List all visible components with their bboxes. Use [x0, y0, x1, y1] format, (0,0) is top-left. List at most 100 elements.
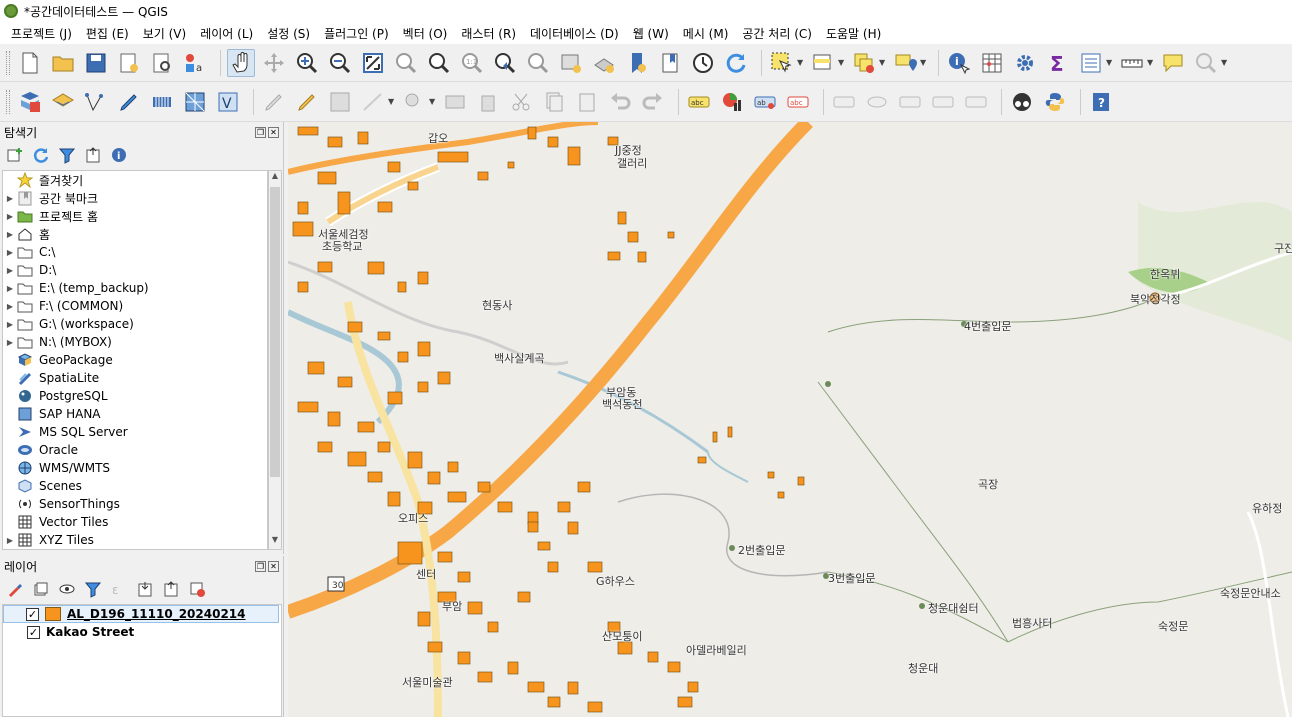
toolbar-grip[interactable] [6, 50, 10, 75]
open-layer-styling-icon[interactable] [6, 580, 24, 598]
zoom-to-selection-icon[interactable] [392, 49, 420, 77]
expand-arrow-icon[interactable]: ▶ [3, 320, 17, 329]
collapse-all-icon[interactable] [84, 146, 102, 164]
filter-expression-icon[interactable]: ε [110, 580, 128, 598]
close-panel-icon[interactable]: ✕ [268, 126, 279, 138]
zoom-out-icon[interactable] [326, 49, 354, 77]
diagram-icon[interactable] [718, 88, 746, 116]
new-bookmark-icon[interactable] [623, 49, 651, 77]
add-feature-dropdown-icon[interactable]: ▼ [388, 97, 396, 106]
layer-item-buildings[interactable]: ✓ AL_D196_11110_20240214 [3, 605, 279, 623]
menu-mesh[interactable]: 메시 (M) [676, 25, 736, 42]
tree-item-vector-tiles[interactable]: Vector Tiles [3, 513, 267, 531]
show-hide-label-icon[interactable] [863, 88, 891, 116]
manage-visibility-icon[interactable] [58, 580, 76, 598]
expand-arrow-icon[interactable]: ▶ [3, 302, 17, 311]
refresh-browser-icon[interactable] [32, 146, 50, 164]
zoom-last-icon[interactable] [491, 49, 519, 77]
menu-database[interactable]: 데이터베이스 (D) [523, 25, 626, 42]
tree-item-spatial-bookmarks[interactable]: ▶ 공간 북마크 [3, 189, 267, 207]
show-bookmarks-icon[interactable] [656, 49, 684, 77]
modify-attributes-icon[interactable] [441, 88, 469, 116]
toggle-editing-icon[interactable] [293, 88, 321, 116]
redo-icon[interactable] [639, 88, 667, 116]
label-toolbar-icon[interactable]: abc [685, 88, 713, 116]
expand-arrow-icon[interactable]: ▶ [3, 284, 17, 293]
zoom-next-icon[interactable] [524, 49, 552, 77]
deselect-dropdown-icon[interactable]: ▼ [879, 58, 887, 67]
zoom-to-layer-icon[interactable] [425, 49, 453, 77]
tree-item-geopackage[interactable]: GeoPackage [3, 351, 267, 369]
tree-item-spatialite[interactable]: SpatiaLite [3, 369, 267, 387]
menu-project[interactable]: 프로젝트 (J) [4, 25, 79, 42]
new-print-layout-icon[interactable] [115, 49, 143, 77]
vertex-tool-icon[interactable] [400, 88, 428, 116]
map-tips-icon[interactable] [1159, 49, 1187, 77]
new-raster-icon[interactable] [148, 88, 176, 116]
cut-features-icon[interactable] [507, 88, 535, 116]
expand-arrow-icon[interactable]: ▶ [3, 266, 17, 275]
scroll-down-icon[interactable]: ▼ [269, 535, 281, 549]
add-selected-layers-icon[interactable] [6, 146, 24, 164]
tree-item-drive-n[interactable]: ▶ N:\ (MYBOX) [3, 333, 267, 351]
zoom-in-icon[interactable] [293, 49, 321, 77]
undo-icon[interactable] [606, 88, 634, 116]
filter-legend-icon[interactable] [84, 580, 102, 598]
tree-item-postgresql[interactable]: PostgreSQL [3, 387, 267, 405]
menu-layer[interactable]: 레이어 (L) [193, 25, 260, 42]
remove-layer-icon[interactable] [188, 580, 206, 598]
layer-visibility-checkbox[interactable]: ✓ [27, 625, 40, 639]
browser-scrollbar[interactable]: ▲ ▼ [268, 170, 282, 550]
scroll-up-icon[interactable]: ▲ [269, 171, 281, 185]
layer-visibility-checkbox[interactable]: ✓ [26, 607, 39, 621]
deselect-features-icon[interactable] [850, 49, 878, 77]
paste-features-icon[interactable] [573, 88, 601, 116]
menu-settings[interactable]: 설정 (S) [260, 25, 317, 42]
new-mesh-icon[interactable] [181, 88, 209, 116]
layout-manager-icon[interactable] [148, 49, 176, 77]
tree-item-drive-e[interactable]: ▶ E:\ (temp_backup) [3, 279, 267, 297]
collapse-all-layers-icon[interactable] [162, 580, 180, 598]
open-table-icon[interactable] [1077, 49, 1105, 77]
save-edits-icon[interactable] [326, 88, 354, 116]
tree-item-sensorthings[interactable]: SensorThings [3, 495, 267, 513]
new-vertex-layer-icon[interactable] [82, 88, 110, 116]
tree-item-xyz-tiles[interactable]: ▶ XYZ Tiles [3, 531, 267, 549]
menu-plugins[interactable]: 플러그인 (P) [317, 25, 396, 42]
pan-map-icon[interactable] [227, 48, 255, 77]
select-dropdown-icon[interactable]: ▼ [797, 58, 805, 67]
menu-processing[interactable]: 공간 처리 (C) [735, 25, 819, 42]
tree-item-mssql[interactable]: MS SQL Server [3, 423, 267, 441]
expand-all-icon[interactable] [136, 580, 154, 598]
tree-item-sap-hana[interactable]: SAP HANA [3, 405, 267, 423]
layer-item-kakao-street[interactable]: ✓ Kakao Street [3, 623, 281, 641]
toolbar-grip-2[interactable] [6, 89, 10, 114]
help-icon[interactable]: ? [1087, 88, 1115, 116]
expand-arrow-icon[interactable]: ▶ [3, 194, 17, 203]
menu-web[interactable]: 웹 (W) [626, 25, 676, 42]
tree-item-drive-g[interactable]: ▶ G:\ (workspace) [3, 315, 267, 333]
properties-icon[interactable]: i [110, 146, 128, 164]
filter-browser-icon[interactable] [58, 146, 76, 164]
python-console-icon[interactable] [1041, 88, 1069, 116]
table-dropdown-icon[interactable]: ▼ [1106, 58, 1114, 67]
delete-selected-icon[interactable] [474, 88, 502, 116]
processing-toolbox-icon[interactable] [1011, 49, 1039, 77]
expand-arrow-icon[interactable]: ▶ [3, 230, 17, 239]
style-manager-icon[interactable]: a [181, 49, 209, 77]
select-location-icon[interactable] [891, 49, 919, 77]
pan-to-selection-icon[interactable] [260, 49, 288, 77]
tree-item-oracle[interactable]: Oracle [3, 441, 267, 459]
save-project-icon[interactable] [82, 49, 110, 77]
new-map-view-icon[interactable] [557, 49, 585, 77]
data-source-manager-icon[interactable] [16, 88, 44, 116]
zoom-native-icon[interactable]: 1:1 [458, 49, 486, 77]
scrollbar-thumb[interactable] [270, 187, 280, 477]
tree-item-project-home[interactable]: ▶ 프로젝트 홈 [3, 207, 267, 225]
copy-features-icon[interactable] [540, 88, 568, 116]
refresh-icon[interactable] [722, 49, 750, 77]
statistics-summary-icon[interactable]: Σ [1044, 49, 1072, 77]
current-edits-icon[interactable] [260, 88, 288, 116]
new-virtual-layer-icon[interactable]: V [214, 88, 242, 116]
locator-dropdown-icon[interactable]: ▼ [1221, 58, 1229, 67]
